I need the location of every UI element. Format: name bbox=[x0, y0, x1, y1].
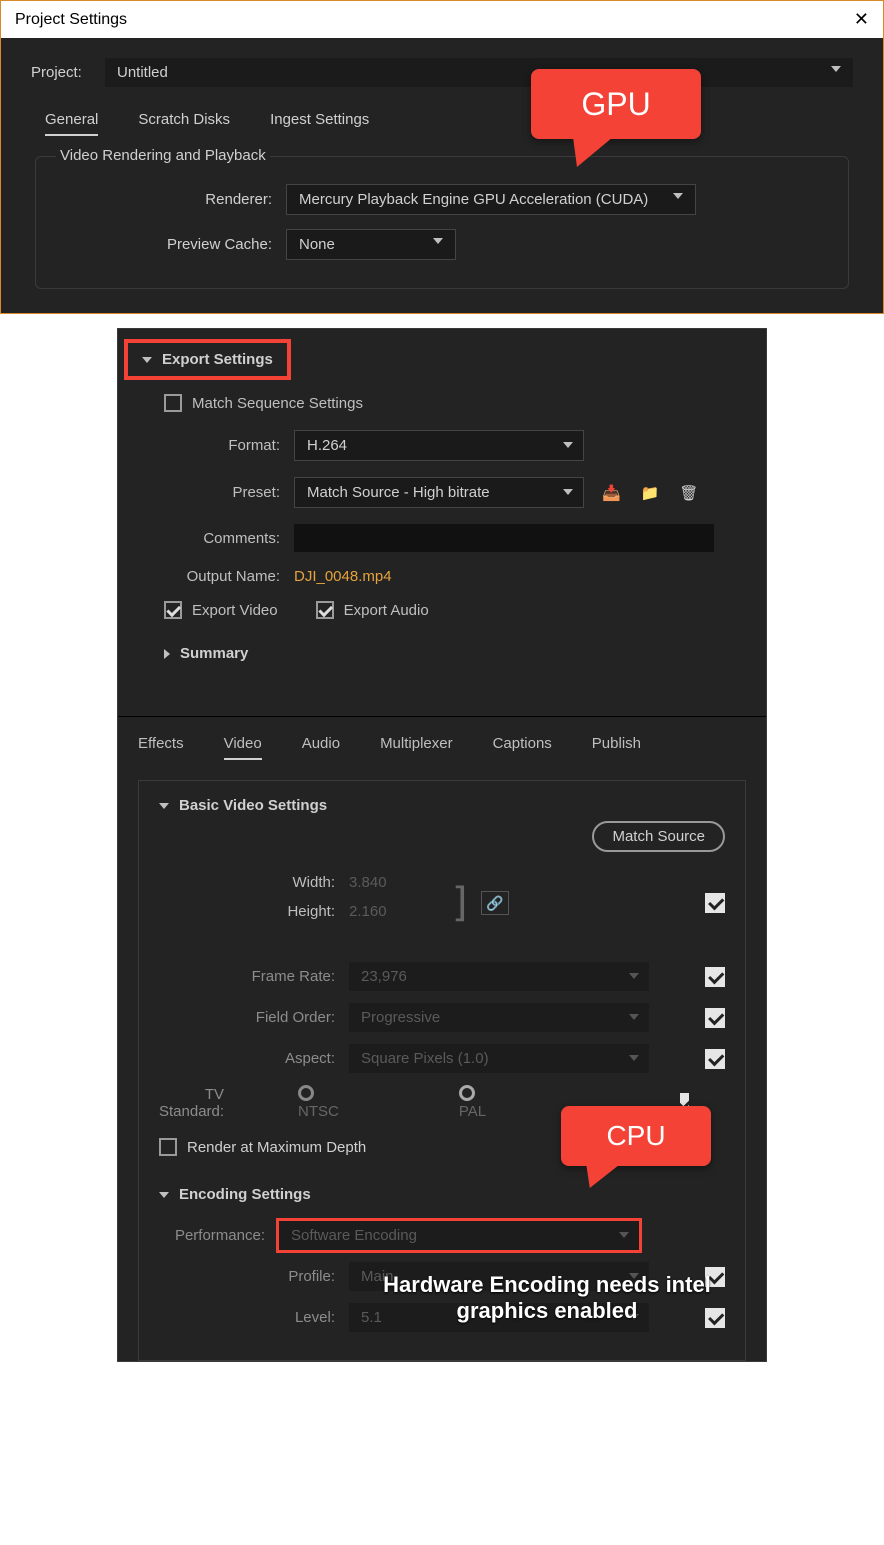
export-settings-title: Export Settings bbox=[162, 351, 273, 368]
tab-general[interactable]: General bbox=[45, 111, 98, 136]
tab-ingest-settings[interactable]: Ingest Settings bbox=[270, 111, 369, 136]
performance-label: Performance: bbox=[159, 1227, 279, 1244]
chevron-down-icon bbox=[673, 193, 683, 199]
project-value: Untitled bbox=[117, 64, 168, 81]
encoding-title: Encoding Settings bbox=[179, 1186, 311, 1203]
export-tabs: Effects Video Audio Multiplexer Captions… bbox=[118, 716, 766, 766]
chevron-down-icon bbox=[629, 973, 639, 979]
framerate-dropdown[interactable]: 23,976 bbox=[349, 962, 649, 991]
chevron-down-icon bbox=[433, 238, 443, 244]
framerate-check[interactable] bbox=[705, 967, 725, 987]
export-video-checkbox[interactable] bbox=[164, 601, 182, 619]
import-preset-icon[interactable]: 📁 bbox=[641, 484, 660, 502]
renderer-value: Mercury Playback Engine GPU Acceleration… bbox=[299, 191, 648, 208]
height-label: Height: bbox=[159, 903, 349, 920]
group-title: Video Rendering and Playback bbox=[56, 147, 270, 164]
link-icon[interactable]: 🔗 bbox=[481, 891, 509, 915]
aspect-check[interactable] bbox=[705, 1049, 725, 1069]
project-label: Project: bbox=[31, 64, 91, 81]
chevron-down-icon[interactable] bbox=[159, 1192, 169, 1198]
comments-label: Comments: bbox=[164, 530, 294, 547]
bvs-title: Basic Video Settings bbox=[179, 797, 327, 814]
preset-dropdown[interactable]: Match Source - High bitrate bbox=[294, 477, 584, 508]
output-name-link[interactable]: DJI_0048.mp4 bbox=[294, 568, 392, 585]
format-dropdown[interactable]: H.264 bbox=[294, 430, 584, 461]
tv-standard-label: TV Standard: bbox=[159, 1086, 238, 1120]
basic-video-settings-group: Basic Video Settings Match Source Width:… bbox=[138, 780, 746, 1361]
format-value: H.264 bbox=[307, 437, 347, 454]
encoding-settings-group: CPU Encoding Settings Performance: Softw… bbox=[159, 1186, 725, 1332]
height-value[interactable]: 2.160 bbox=[349, 903, 429, 920]
bracket-icon: ] bbox=[449, 880, 473, 926]
tab-scratch-disks[interactable]: Scratch Disks bbox=[138, 111, 230, 136]
format-label: Format: bbox=[164, 437, 294, 454]
level-label: Level: bbox=[159, 1309, 349, 1326]
delete-preset-icon[interactable]: 🗑 bbox=[679, 484, 698, 502]
framerate-label: Frame Rate: bbox=[159, 968, 349, 985]
width-value[interactable]: 3.840 bbox=[349, 874, 429, 891]
chevron-down-icon bbox=[563, 489, 573, 495]
tab-multiplexer[interactable]: Multiplexer bbox=[380, 735, 453, 760]
preview-cache-dropdown[interactable]: None bbox=[286, 229, 456, 260]
performance-dropdown[interactable]: Software Encoding bbox=[279, 1221, 639, 1250]
export-settings-panel: Export Settings Match Sequence Settings … bbox=[117, 328, 767, 1362]
renderer-dropdown[interactable]: Mercury Playback Engine GPU Acceleration… bbox=[286, 184, 696, 215]
summary-toggle[interactable]: Summary bbox=[180, 645, 248, 662]
profile-label: Profile: bbox=[159, 1268, 349, 1285]
cpu-callout: CPU bbox=[561, 1106, 711, 1166]
gpu-callout: GPU bbox=[531, 69, 701, 139]
chevron-right-icon[interactable] bbox=[164, 649, 170, 659]
video-rendering-group: Video Rendering and Playback Renderer: M… bbox=[35, 156, 849, 289]
annotation-text: Hardware Encoding needs intel graphics e… bbox=[369, 1272, 725, 1324]
match-source-button[interactable]: Match Source bbox=[592, 821, 725, 852]
tab-publish[interactable]: Publish bbox=[592, 735, 641, 760]
render-max-depth-checkbox[interactable] bbox=[159, 1138, 177, 1156]
project-settings-window: Project Settings ✕ Project: Untitled Gen… bbox=[0, 0, 884, 314]
chevron-down-icon bbox=[142, 357, 152, 363]
window-title: Project Settings bbox=[15, 11, 127, 29]
width-label: Width: bbox=[159, 874, 349, 891]
chevron-down-icon bbox=[831, 66, 841, 72]
settings-tabs: General Scratch Disks Ingest Settings bbox=[45, 111, 839, 136]
project-dropdown[interactable]: Untitled bbox=[105, 58, 853, 87]
ntsc-radio[interactable]: NTSC bbox=[298, 1085, 399, 1120]
save-preset-icon[interactable]: 📥 bbox=[602, 484, 621, 502]
match-sequence-checkbox[interactable] bbox=[164, 394, 182, 412]
chevron-down-icon[interactable] bbox=[159, 803, 169, 809]
output-name-label: Output Name: bbox=[164, 568, 294, 585]
pal-radio[interactable]: PAL bbox=[459, 1085, 546, 1120]
chevron-down-icon bbox=[563, 442, 573, 448]
aspect-dropdown[interactable]: Square Pixels (1.0) bbox=[349, 1044, 649, 1073]
fieldorder-check[interactable] bbox=[705, 1008, 725, 1028]
preset-value: Match Source - High bitrate bbox=[307, 484, 490, 501]
chevron-down-icon bbox=[619, 1232, 629, 1238]
export-settings-header[interactable]: Export Settings bbox=[124, 339, 291, 380]
tab-audio[interactable]: Audio bbox=[302, 735, 340, 760]
comments-input[interactable] bbox=[294, 524, 714, 552]
preset-label: Preset: bbox=[164, 484, 294, 501]
tab-effects[interactable]: Effects bbox=[138, 735, 184, 760]
export-video-label: Export Video bbox=[192, 602, 278, 619]
export-audio-label: Export Audio bbox=[344, 602, 429, 619]
render-max-depth-label: Render at Maximum Depth bbox=[187, 1139, 366, 1156]
tab-video[interactable]: Video bbox=[224, 735, 262, 760]
close-icon[interactable]: ✕ bbox=[854, 9, 869, 30]
match-sequence-label: Match Sequence Settings bbox=[192, 395, 363, 412]
preview-cache-value: None bbox=[299, 236, 335, 253]
export-audio-checkbox[interactable] bbox=[316, 601, 334, 619]
titlebar: Project Settings ✕ bbox=[1, 1, 883, 38]
aspect-label: Aspect: bbox=[159, 1050, 349, 1067]
fieldorder-dropdown[interactable]: Progressive bbox=[349, 1003, 649, 1032]
dimensions-check[interactable] bbox=[705, 893, 725, 913]
fieldorder-label: Field Order: bbox=[159, 1009, 349, 1026]
chevron-down-icon bbox=[629, 1055, 639, 1061]
chevron-down-icon bbox=[629, 1014, 639, 1020]
tab-captions[interactable]: Captions bbox=[493, 735, 552, 760]
preview-cache-label: Preview Cache: bbox=[56, 236, 286, 253]
renderer-label: Renderer: bbox=[56, 191, 286, 208]
